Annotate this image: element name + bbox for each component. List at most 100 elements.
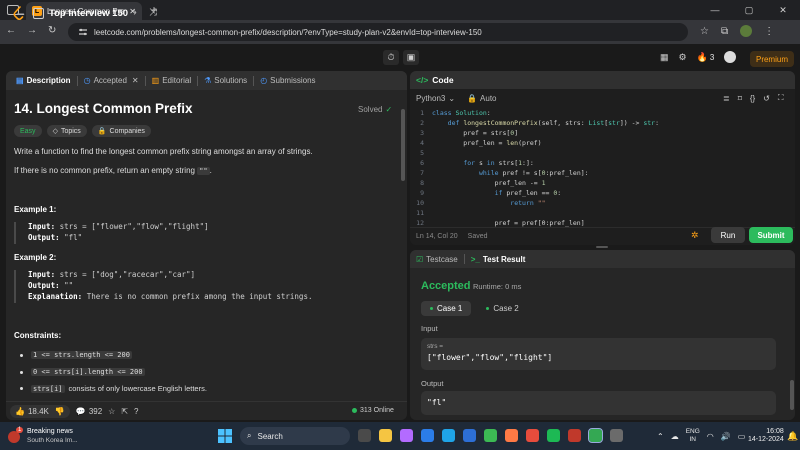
tab-description[interactable]: ▤ Description (10, 71, 77, 90)
problem-list-title[interactable]: Top Interview 150 (49, 8, 128, 19)
tab-accepted[interactable]: ◷ Accepted ✕ (78, 71, 145, 90)
nav-buttons: ← → ↻ (6, 25, 56, 36)
windows-start-icon[interactable] (218, 429, 232, 443)
taskbar-search[interactable]: ⌕ Search (240, 427, 350, 445)
battery-icon[interactable]: ▭ (738, 432, 746, 441)
prev-problem-icon[interactable]: ‹ (118, 7, 121, 18)
user-avatar-icon[interactable] (724, 51, 737, 63)
run-button[interactable]: Run (711, 227, 745, 243)
output-box: "fl" (421, 391, 776, 415)
extensions-icon[interactable]: ⧉ (721, 26, 728, 37)
constraint-code: strs[i] (31, 384, 65, 393)
bookmark-icon[interactable]: ⌑ (738, 94, 742, 103)
debug-bug-icon[interactable]: ✲ (691, 230, 699, 241)
browser-menu-icon[interactable]: ⋮ (764, 26, 774, 37)
autocomplete-toggle[interactable]: 🔒 Auto (467, 94, 496, 103)
store-icon[interactable] (421, 429, 434, 442)
address-bar[interactable]: leetcode.com/problems/longest-common-pre… (68, 23, 688, 41)
spotify-icon[interactable] (547, 429, 560, 442)
fullscreen-icon[interactable]: ⛶ (778, 93, 784, 103)
language-select[interactable]: Python3 ⌄ (416, 94, 455, 103)
task-view-icon[interactable] (358, 429, 371, 442)
output-label: Output: (28, 281, 60, 290)
leetcode-logo-icon[interactable] (12, 6, 25, 21)
like-button[interactable]: 👍 18.4K 👎 (10, 404, 70, 418)
code-token: "" (537, 199, 546, 207)
site-info-icon[interactable] (78, 28, 88, 36)
description-scrollbar[interactable] (401, 109, 405, 181)
wifi-icon[interactable]: ◠ (707, 432, 714, 441)
solved-badge: Solved ✓ (358, 105, 392, 114)
next-problem-icon[interactable]: › (133, 7, 136, 18)
maximize-icon[interactable]: ▢ (732, 5, 766, 16)
bookmark-star-icon[interactable]: ☆ (700, 26, 709, 37)
back-icon[interactable]: ← (6, 25, 16, 36)
help-icon[interactable]: ? (134, 407, 138, 416)
topics-tag[interactable]: ◇ Topics (46, 125, 87, 137)
braces-icon[interactable]: {} (750, 94, 755, 103)
notification-bell-icon[interactable]: 🔔 (787, 431, 798, 442)
submit-button[interactable]: Submit (749, 227, 793, 243)
case-tab-2[interactable]: Case 2 (477, 301, 527, 316)
difficulty-tag: Easy (14, 125, 42, 137)
mail-icon[interactable] (463, 429, 476, 442)
code-token: : (486, 109, 491, 117)
tab-solutions[interactable]: ⚗ Solutions (198, 71, 253, 90)
settings-gear-icon[interactable]: ⚙ (679, 52, 687, 63)
code-editor[interactable]: 1 class Solution:2 def longestCommonPrefi… (410, 109, 795, 229)
problem-list-icon[interactable] (33, 8, 44, 19)
code-line: 1 class Solution: (410, 109, 795, 119)
edge-icon[interactable] (442, 429, 455, 442)
layout-icon[interactable]: ▦ (660, 52, 669, 63)
premium-button[interactable]: Premium (750, 51, 794, 67)
close-window-icon[interactable]: ✕ (766, 5, 800, 16)
language-indicator[interactable]: ENG IN (686, 428, 700, 444)
window-controls: — ▢ ✕ (698, 0, 800, 20)
test-panel-scrollbar[interactable] (790, 380, 794, 410)
favorite-star-icon[interactable]: ☆ (108, 407, 115, 416)
history-icon: ◷ (83, 76, 91, 85)
book-icon: ▥ (151, 76, 160, 85)
profile-avatar-icon[interactable] (740, 25, 753, 37)
tab-submissions[interactable]: ◴ Submissions (254, 71, 321, 90)
cloud-icon[interactable]: ☁ (671, 432, 679, 441)
notes-icon[interactable]: ▣ (403, 50, 419, 65)
companies-tag[interactable]: 🔒 Companies (91, 125, 151, 137)
minimize-icon[interactable]: — (698, 5, 732, 15)
thumbs-down-icon[interactable]: 👎 (55, 407, 65, 416)
tab-editorial[interactable]: ▥ Editorial (146, 71, 197, 90)
problem-title[interactable]: 14. Longest Common Prefix (14, 101, 193, 116)
terminal-icon: >_ (470, 254, 480, 264)
close-tab-icon[interactable]: ✕ (132, 76, 139, 85)
pass-dot-icon (486, 307, 490, 310)
chrome-icon[interactable] (484, 429, 497, 442)
code-token: List (588, 119, 605, 127)
reload-icon[interactable]: ↻ (48, 25, 56, 36)
youtube-icon[interactable] (526, 429, 539, 442)
file-explorer-icon[interactable] (379, 429, 392, 442)
tab-testcase[interactable]: ☑ Testcase (416, 255, 458, 264)
chrome-active-icon[interactable] (588, 428, 603, 443)
news-badge-icon: 1 (8, 427, 24, 443)
shuffle-icon[interactable]: ⤨ (149, 7, 157, 18)
news-widget[interactable]: 1 Breaking news South Korea Im... (8, 427, 78, 445)
streak-counter[interactable]: 🔥 3 (697, 52, 715, 63)
copilot-icon[interactable] (400, 429, 413, 442)
case-tab-1[interactable]: Case 1 (421, 301, 472, 316)
timer-icon[interactable]: ⏱ (383, 50, 399, 65)
chevron-up-icon[interactable]: ⌃ (657, 432, 664, 441)
comments-button[interactable]: 💬 392 (76, 407, 102, 416)
system-clock[interactable]: 16:08 14-12-2024 (748, 428, 784, 444)
panel-resize-handle[interactable] (596, 246, 608, 248)
reset-icon[interactable]: ↺ (763, 94, 770, 103)
format-icon[interactable]: ≣ (723, 94, 730, 103)
forward-icon[interactable]: → (27, 25, 37, 36)
terminal-app-icon[interactable] (610, 429, 623, 442)
tab-test-result[interactable]: >_ Test Result (471, 255, 526, 264)
volume-icon[interactable]: 🔊 (721, 432, 731, 441)
app-icon[interactable] (505, 429, 518, 442)
share-icon[interactable]: ⇱ (121, 407, 128, 416)
code-token: :pref_len]: (545, 169, 589, 177)
code-token: s (478, 159, 487, 167)
app-red-icon[interactable] (568, 429, 581, 442)
